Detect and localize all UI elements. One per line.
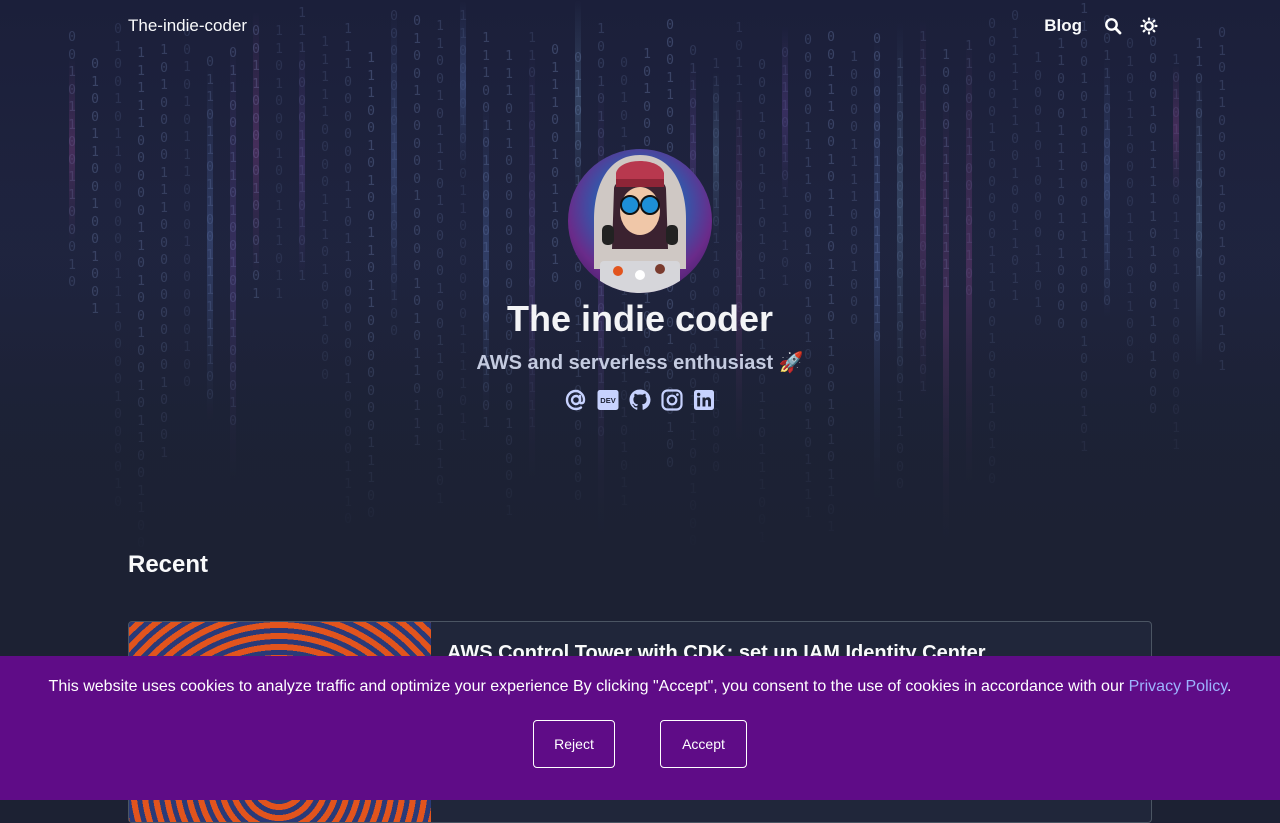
rain-column: 0 0 0 0 0 0 1 1 0 0 0 0 0 1 1 1 0 0 1 0 …: [988, 17, 996, 487]
instagram-icon[interactable]: [660, 388, 684, 412]
rain-column: 0 1 0 0 1 0 0 0 0 0 1 0 0 0 0 1 0 1 0 1 …: [413, 14, 421, 449]
at-icon[interactable]: [564, 388, 588, 412]
rain-streak: [713, 72, 719, 242]
rain-column: 0 1 0 0 1 0 1 1 0 0 0 0 0 0 1 1 1 0 0 0 …: [114, 22, 122, 510]
rain-column: 1 1 1 0 0 1 0 1 0 0 1 1 0 1 1 0 0 0 0 0 …: [367, 51, 375, 521]
rain-column: 1 0 0 0 0 1 1 1 1 0 0 0 1 0 0 0: [850, 50, 858, 328]
rain-streak: [874, 26, 880, 500]
social-links: DEV: [560, 388, 720, 414]
rain-streak: [1173, 65, 1179, 193]
rain-column: 1 1 0 0 1 0 1 0 1 0 0 0 1 1 1 0 0 0 0 1 …: [1080, 2, 1088, 455]
rain-streak: [299, 40, 305, 280]
search-icon[interactable]: [1102, 15, 1124, 37]
privacy-policy-link[interactable]: Privacy Policy: [1129, 678, 1227, 695]
sun-icon[interactable]: [1138, 15, 1160, 37]
rain-streak: [966, 38, 972, 487]
rain-column: 1 0 1 0 0 0 0 1 1 1 0 0 0 0 0 0 0 0 0 1 …: [160, 43, 168, 461]
rain-streak: [1104, 58, 1110, 317]
cookie-banner: This website uses cookies to analyze tra…: [0, 656, 1280, 800]
rain-streak: [529, 47, 535, 481]
rain-column: 0 1 0 0 1 1 0 0 1 0 0 1 0 0 1: [91, 57, 99, 317]
github-icon[interactable]: [628, 388, 652, 412]
avatar: [568, 149, 712, 293]
rain-column: 0 0 0 0 0 1 1 1 1 0 0 0 1 0 0 1 0 1 0 0 …: [804, 33, 812, 521]
nav-blog-link[interactable]: Blog: [1044, 16, 1082, 36]
cookie-message: This website uses cookies to analyze tra…: [0, 678, 1280, 696]
rain-column: 0 1 1 1 1 1 1 0 0 1 0 0 1 1 0 1 1: [1011, 9, 1019, 304]
accept-button[interactable]: Accept: [660, 720, 747, 768]
rain-streak: [920, 20, 926, 397]
rain-streak: [230, 36, 236, 482]
cookie-text-end: .: [1227, 678, 1232, 695]
svg-text:DEV: DEV: [600, 396, 615, 405]
rain-column: 1 1 0 1 0 0 0 1 0 0 1 1 1 0 1 1: [275, 24, 283, 302]
rain-column: 1 1 1 0 1 1 0 0 0 0 0 0 0 0 0 0 0 0 0 0 …: [505, 49, 513, 519]
rain-streak: [391, 12, 397, 310]
rain-column: 0 0 1 1 1 0 0 1 0 1 1 1 0 1 1 1 0 1 1 0 …: [827, 30, 835, 535]
site-brand-link[interactable]: The-indie-coder: [128, 16, 247, 36]
profile-title: The indie coder: [506, 298, 774, 339]
linkedin-icon[interactable]: [692, 388, 716, 412]
rain-streak: [897, 22, 903, 397]
rain-column: 0 1 1 0 0 0 1 1 1 1 0 1 0 1 0 0 0 0: [1057, 19, 1065, 332]
recent-heading: Recent: [128, 551, 209, 578]
rain-column: 1 1 0 0 1 0 1 1 1 0 1 0 0 0 0 1 0 0 1 1 …: [436, 19, 444, 507]
rain-streak: [736, 92, 742, 440]
rain-column: 1 1 1 0 0 0 0 0 0 1 1 0 1 1 0 0 0 0 0 0 …: [344, 22, 352, 527]
main-nav: Blog: [1044, 15, 1160, 37]
dev-icon[interactable]: DEV: [596, 388, 620, 412]
profile-subtitle: AWS and serverless enthusiast 🚀: [476, 352, 804, 374]
rain-column: 1 0 0 0 1 0 1 0 0 0 0 1 1 0 1 0: [1034, 51, 1042, 329]
site-header: The-indie-coder Blog: [128, 0, 1158, 52]
rain-column: 0 1 1 1 0 0 1 0 1 1 0 0 1 0: [551, 43, 559, 286]
cookie-text: This website uses cookies to analyze tra…: [48, 678, 1129, 695]
reject-button[interactable]: Reject: [533, 720, 615, 768]
rain-streak: [69, 58, 75, 241]
